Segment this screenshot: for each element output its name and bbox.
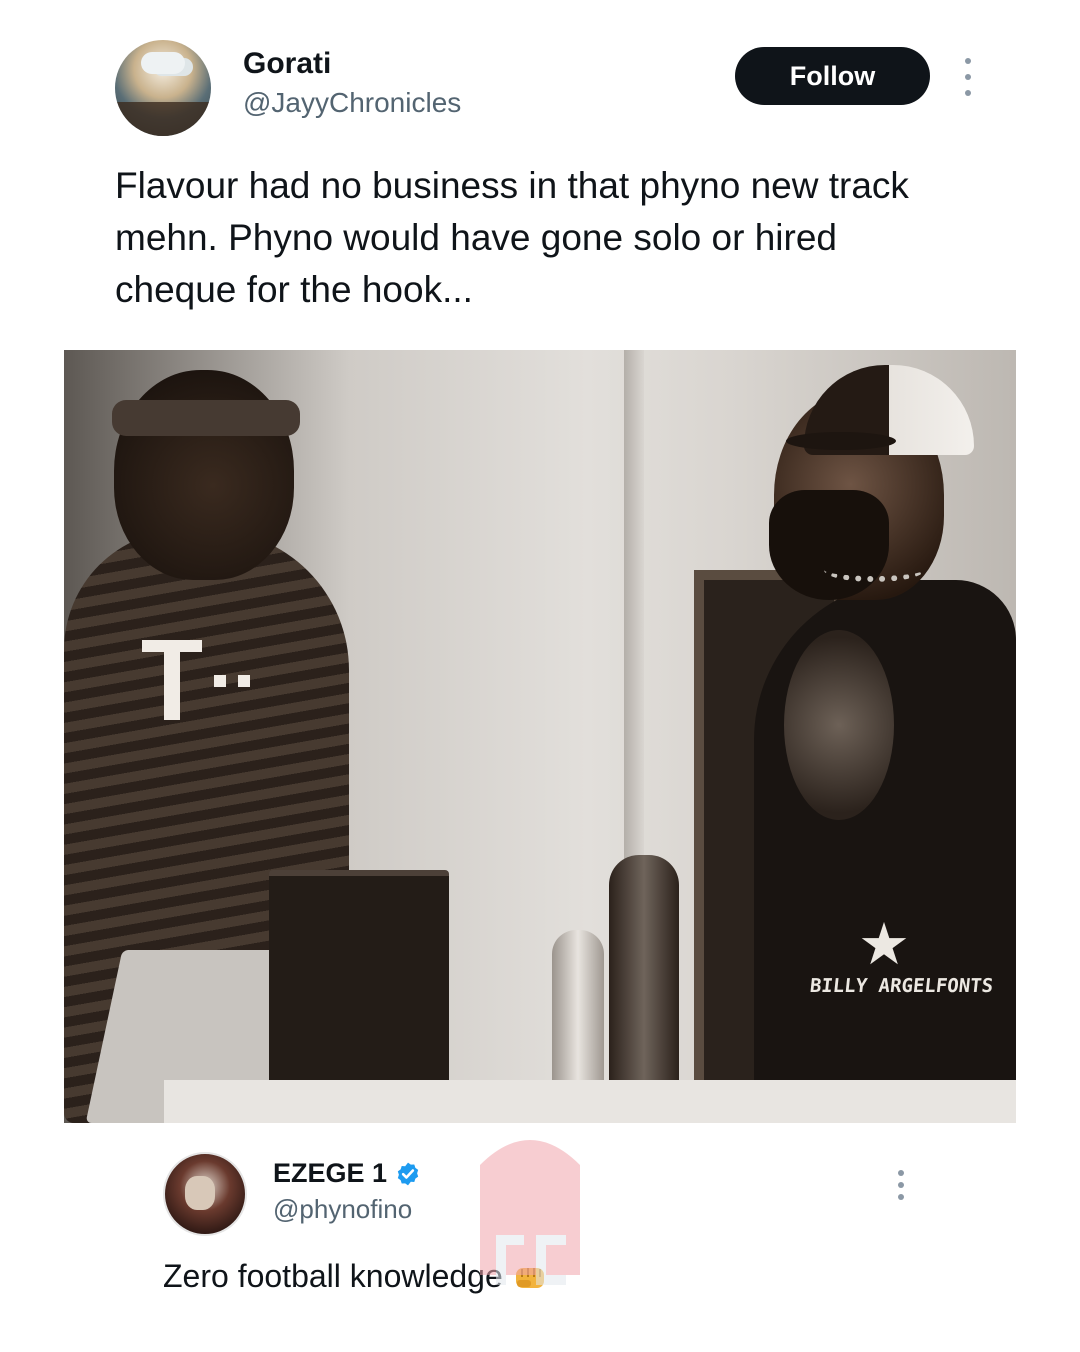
- right-person-tshirt: [754, 580, 1016, 1123]
- avatar-ground-shape: [115, 102, 211, 136]
- cap-brim: [786, 432, 896, 450]
- reply-author-name-row[interactable]: EZEGE 1: [273, 1158, 421, 1189]
- reply-author-avatar[interactable]: [163, 1152, 247, 1236]
- reply-text: Zero football knowledge: [163, 1258, 503, 1294]
- left-person-headband: [112, 400, 300, 436]
- studio-speaker: [269, 870, 449, 1100]
- follow-button[interactable]: Follow: [735, 47, 930, 105]
- author-avatar[interactable]: [115, 40, 211, 136]
- tweet-text: Flavour had no business in that phyno ne…: [115, 165, 909, 310]
- tshirt-print-text: BILLY ARGELFONTS: [808, 975, 995, 997]
- verified-badge-icon: [397, 1162, 419, 1185]
- reply-more-options-icon[interactable]: [896, 1170, 906, 1200]
- jersey-logo-dots: [214, 675, 250, 687]
- avatar-hand-shape: [185, 1176, 215, 1210]
- tshirt-star-icon: ★: [858, 912, 910, 977]
- tweet-card: Gorati @JayyChronicles Follow Flavour ha…: [0, 0, 1080, 340]
- avatar-cloud-shape: [141, 52, 185, 74]
- table-surface: [164, 1080, 1016, 1123]
- tshirt-graphic: [784, 630, 894, 820]
- tweet-media-photo[interactable]: ★ BILLY ARGELFONTS: [64, 350, 1016, 1123]
- right-person-beard: [769, 490, 889, 600]
- author-handle[interactable]: @JayyChronicles: [243, 87, 461, 119]
- jersey-t-logo: [142, 640, 202, 720]
- author-display-name[interactable]: Gorati: [243, 47, 331, 81]
- neck-chain: [824, 558, 924, 582]
- reply-author-handle[interactable]: @phynofino: [273, 1194, 412, 1225]
- more-options-icon[interactable]: [963, 58, 973, 96]
- fc-watermark-logo: [480, 1140, 580, 1285]
- reply-author-name[interactable]: EZEGE 1: [273, 1158, 387, 1189]
